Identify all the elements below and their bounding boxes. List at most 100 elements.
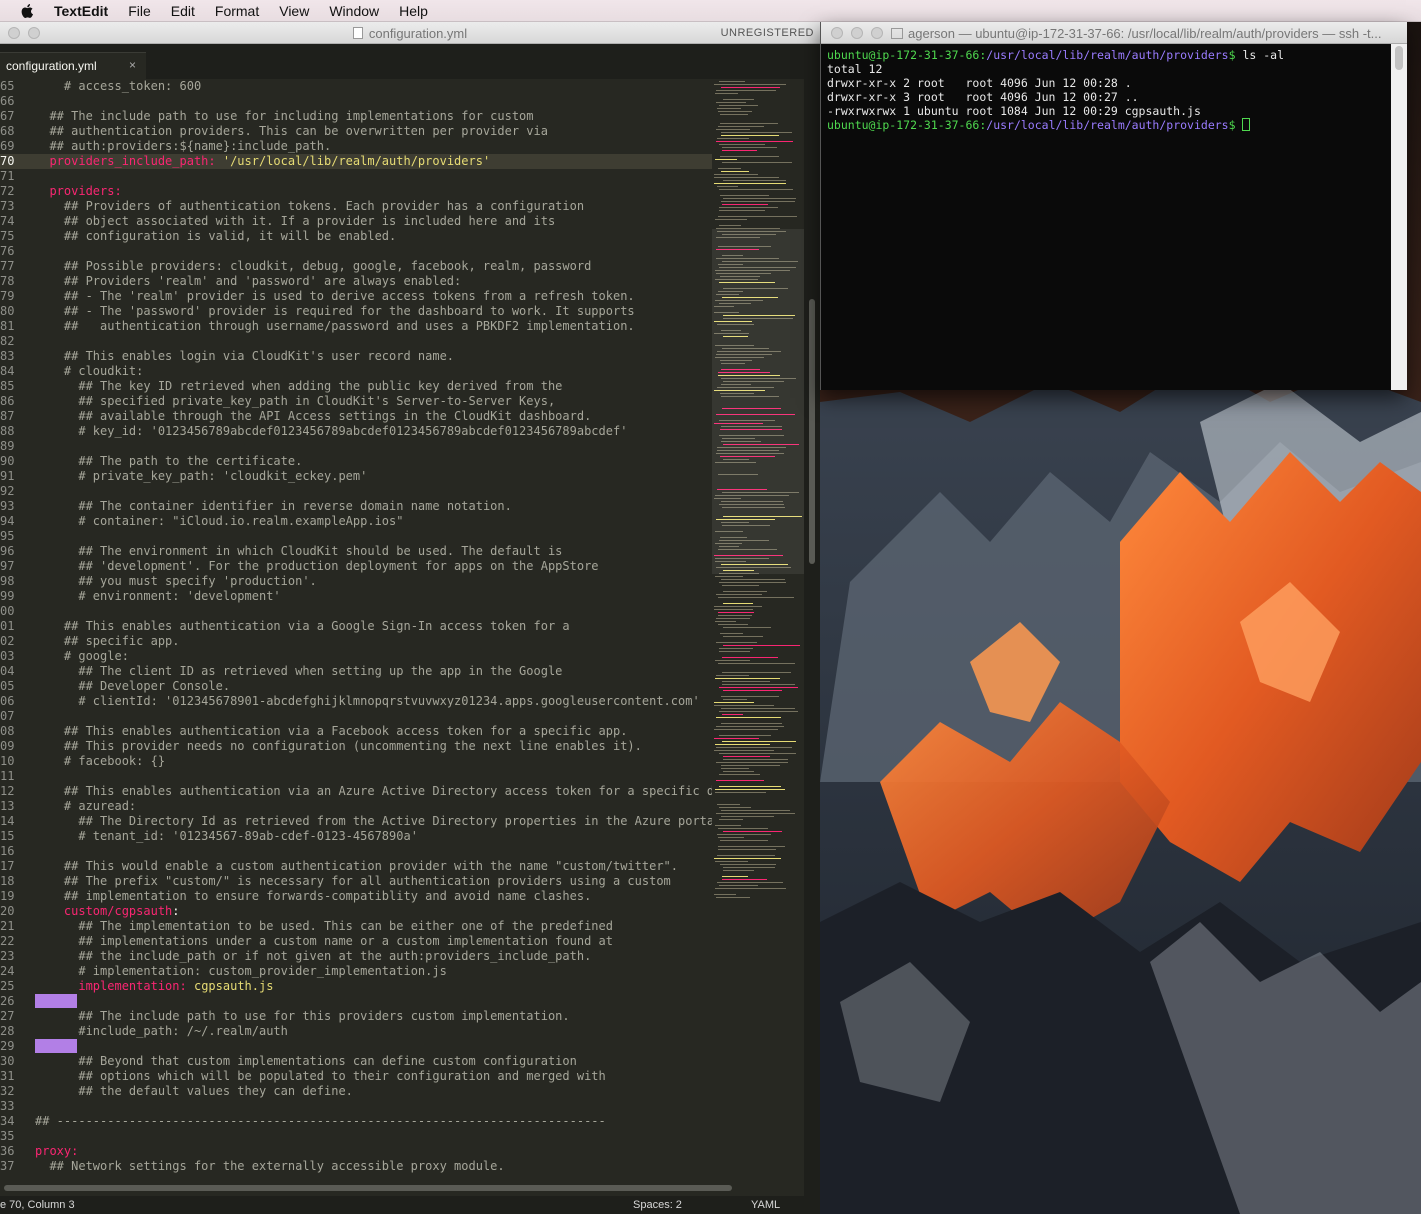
code-line[interactable]: 80 ## - The 'password' provider is requi… (0, 304, 712, 319)
code-line[interactable]: 85 ## The key ID retrieved when adding t… (0, 379, 712, 394)
code-line[interactable]: 89 (0, 439, 712, 454)
code-line[interactable]: 28 #include_path: /~/.realm/auth (0, 1024, 712, 1039)
menu-file[interactable]: File (128, 3, 151, 19)
code-line[interactable]: 87 ## available through the API Access s… (0, 409, 712, 424)
code-line[interactable]: 98 ## you must specify 'production'. (0, 574, 712, 589)
menu-format[interactable]: Format (215, 3, 259, 19)
code-line[interactable]: 68 ## authentication providers. This can… (0, 124, 712, 139)
terminal-zoom-button[interactable] (871, 27, 883, 39)
code-line[interactable]: 30 ## Beyond that custom implementations… (0, 1054, 712, 1069)
vertical-scroll-thumb[interactable] (809, 299, 815, 564)
code-line[interactable]: 86 ## specified private_key_path in Clou… (0, 394, 712, 409)
menu-edit[interactable]: Edit (171, 3, 195, 19)
code-line[interactable]: 73 ## Providers of authentication tokens… (0, 199, 712, 214)
code-line[interactable]: 33 (0, 1099, 712, 1114)
code-line[interactable]: 32 ## the default values they can define… (0, 1084, 712, 1099)
code-line[interactable]: 96 ## The environment in which CloudKit … (0, 544, 712, 559)
apple-icon[interactable] (20, 2, 36, 20)
code-line[interactable]: 23 ## the include_path or if not given a… (0, 949, 712, 964)
code-line[interactable]: 27 ## The include path to use for this p… (0, 1009, 712, 1024)
vertical-scrollbar[interactable] (804, 79, 820, 1204)
menu-help[interactable]: Help (399, 3, 428, 19)
code-line[interactable]: 66 (0, 94, 712, 109)
terminal-scroll-thumb[interactable] (1395, 46, 1403, 70)
code-line[interactable]: 29 (0, 1039, 712, 1054)
code-line[interactable]: 94 # container: "iCloud.io.realm.example… (0, 514, 712, 529)
code-line[interactable]: 79 ## - The 'realm' provider is used to … (0, 289, 712, 304)
code-line[interactable]: 92 (0, 484, 712, 499)
code-line[interactable]: 26 (0, 994, 712, 1009)
code-line[interactable]: 93 ## The container identifier in revers… (0, 499, 712, 514)
code-line[interactable]: 04 ## The client ID as retrieved when se… (0, 664, 712, 679)
code-line[interactable]: 02 ## specific app. (0, 634, 712, 649)
terminal-scrollbar[interactable] (1391, 44, 1407, 390)
tab-configuration-yml[interactable]: configuration.yml × (0, 52, 146, 79)
minimap[interactable] (712, 79, 804, 1204)
terminal-close-button[interactable] (831, 27, 843, 39)
code-line[interactable]: 37 ## Network settings for the externall… (0, 1159, 712, 1174)
code-line[interactable]: 06 # clientId: '012345678901-abcdefghijk… (0, 694, 712, 709)
code-line[interactable]: 72 providers: (0, 184, 712, 199)
indentation-setting[interactable]: Spaces: 2 (633, 1199, 682, 1211)
code-line[interactable]: 01 ## This enables authentication via a … (0, 619, 712, 634)
code-line[interactable]: 09 ## This provider needs no configurati… (0, 739, 712, 754)
close-icon[interactable]: × (129, 58, 136, 72)
code-line[interactable]: 16 (0, 844, 712, 859)
code-line[interactable]: 97 ## 'development'. For the production … (0, 559, 712, 574)
code-line[interactable]: 34 ## -----------------------------------… (0, 1114, 712, 1129)
code-line[interactable]: 22 ## implementations under a custom nam… (0, 934, 712, 949)
unregistered-label: UNREGISTERED (720, 27, 814, 39)
code-line[interactable]: 24 # implementation: custom_provider_imp… (0, 964, 712, 979)
code-line[interactable]: 36 proxy: (0, 1144, 712, 1159)
code-line[interactable]: 67 ## The include path to use for includ… (0, 109, 712, 124)
code-line[interactable]: 81 ## authentication through username/pa… (0, 319, 712, 334)
minimap-viewport[interactable] (712, 229, 804, 574)
minimap-line (723, 699, 747, 700)
code-line[interactable]: 88 # key_id: '0123456789abcdef0123456789… (0, 424, 712, 439)
code-line[interactable]: 13 # azuread: (0, 799, 712, 814)
code-line[interactable]: 18 ## The prefix "custom/" is necessary … (0, 874, 712, 889)
code-line[interactable]: 83 ## This enables login via CloudKit's … (0, 349, 712, 364)
code-line[interactable]: 03 # google: (0, 649, 712, 664)
code-line[interactable]: 31 ## options which will be populated to… (0, 1069, 712, 1084)
code-line[interactable]: 05 ## Developer Console. (0, 679, 712, 694)
code-line[interactable]: 74 ## object associated with it. If a pr… (0, 214, 712, 229)
horizontal-scroll-thumb[interactable] (4, 1185, 732, 1191)
code-line[interactable]: 99 # environment: 'development' (0, 589, 712, 604)
menu-app-name[interactable]: TextEdit (54, 3, 108, 19)
terminal-minimize-button[interactable] (851, 27, 863, 39)
code-line[interactable]: 19 ## implementation to ensure forwards-… (0, 889, 712, 904)
code-line[interactable]: 90 ## The path to the certificate. (0, 454, 712, 469)
code-line[interactable]: 00 (0, 604, 712, 619)
code-line[interactable]: 77 ## Possible providers: cloudkit, debu… (0, 259, 712, 274)
code-line[interactable]: 78 ## Providers 'realm' and 'password' a… (0, 274, 712, 289)
code-line[interactable]: 91 # private_key_path: 'cloudkit_eckey.p… (0, 469, 712, 484)
horizontal-scrollbar[interactable] (0, 1184, 736, 1192)
code-line[interactable]: 08 ## This enables authentication via a … (0, 724, 712, 739)
code-area[interactable]: 65 # access_token: 600 66 67 ## The includ… (0, 79, 712, 1204)
code-line[interactable]: 75 ## configuration is valid, it will be… (0, 229, 712, 244)
code-line[interactable]: 76 (0, 244, 712, 259)
code-line[interactable]: 11 (0, 769, 712, 784)
code-line[interactable]: 69 ## auth:providers:${name}:include_pat… (0, 139, 712, 154)
code-line[interactable]: 70 providers_include_path: '/usr/local/l… (0, 154, 712, 169)
code-line[interactable]: 21 ## The implementation to be used. Thi… (0, 919, 712, 934)
code-line[interactable]: 14 ## The Directory Id as retrieved from… (0, 814, 712, 829)
code-line[interactable]: 82 (0, 334, 712, 349)
menu-window[interactable]: Window (329, 3, 379, 19)
menu-view[interactable]: View (279, 3, 309, 19)
code-line[interactable]: 07 (0, 709, 712, 724)
code-line[interactable]: 20 custom/cgpsauth: (0, 904, 712, 919)
code-line[interactable]: 12 ## This enables authentication via an… (0, 784, 712, 799)
terminal-body[interactable]: ubuntu@ip-172-31-37-66:/usr/local/lib/re… (821, 44, 1391, 390)
code-line[interactable]: 10 # facebook: {} (0, 754, 712, 769)
code-line[interactable]: 15 # tenant_id: '01234567-89ab-cdef-0123… (0, 829, 712, 844)
code-line[interactable]: 71 (0, 169, 712, 184)
code-line[interactable]: 17 ## This would enable a custom authent… (0, 859, 712, 874)
syntax-setting[interactable]: YAML (751, 1199, 780, 1211)
code-line[interactable]: 25 implementation: cgpsauth.js (0, 979, 712, 994)
code-line[interactable]: 35 (0, 1129, 712, 1144)
code-line[interactable]: 84 # cloudkit: (0, 364, 712, 379)
code-line[interactable]: 95 (0, 529, 712, 544)
code-line[interactable]: 65 # access_token: 600 (0, 79, 712, 94)
